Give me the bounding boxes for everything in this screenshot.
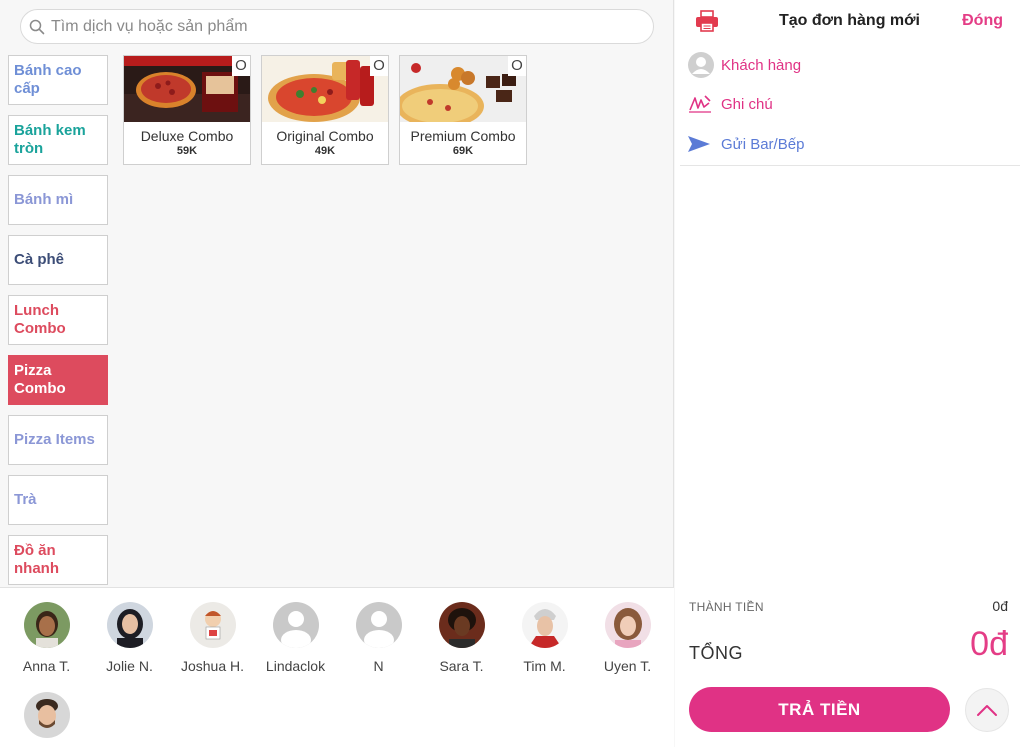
subtotal-label: THÀNH TIỀN xyxy=(689,600,764,614)
customer-button[interactable]: Khách hàng xyxy=(687,52,801,78)
avatar xyxy=(106,602,153,648)
product-price: 49K xyxy=(314,145,336,157)
category-pizza-items[interactable]: Pizza Items xyxy=(8,415,108,465)
staff-member[interactable]: Tim M. xyxy=(503,602,586,674)
expand-button[interactable] xyxy=(965,688,1009,732)
product-price: 59K xyxy=(176,145,198,157)
product-card[interactable]: O Premium Combo 69K xyxy=(399,55,527,165)
category-label: Đồ ăn nhanh xyxy=(14,542,59,577)
category-label: Bánh cao cấp xyxy=(14,62,82,97)
customer-label: Khách hàng xyxy=(721,56,802,74)
staff-member[interactable]: Anna T. xyxy=(5,602,88,674)
staff-member[interactable]: N xyxy=(337,602,420,674)
avatar xyxy=(355,602,402,648)
note-button[interactable]: Ghi chú xyxy=(687,91,773,117)
category-banh-kem-tron[interactable]: Bánh kem tròn xyxy=(8,115,108,165)
staff-name: Lindaclok xyxy=(265,658,326,674)
staff-name: Jolie N. xyxy=(106,658,153,674)
staff-member[interactable]: Uyen T. xyxy=(586,602,669,674)
product-name: Deluxe Combo xyxy=(140,128,234,144)
category-label: Lunch Combo xyxy=(14,302,66,337)
category-tra[interactable]: Trà xyxy=(8,475,108,525)
staff-member[interactable]: Jolie N. xyxy=(88,602,171,674)
category-label: Pizza Combo xyxy=(14,362,66,397)
staff-member[interactable]: Sara T. xyxy=(420,602,503,674)
send-kitchen-button[interactable]: Gửi Bar/Bếp xyxy=(687,131,804,157)
close-button[interactable]: Đóng xyxy=(962,12,1003,30)
note-label: Ghi chú xyxy=(721,95,773,113)
category-do-an-nhanh[interactable]: Đồ ăn nhanh xyxy=(8,535,108,585)
subtotal-value: 0đ xyxy=(992,598,1008,614)
user-icon xyxy=(687,52,717,78)
search-input[interactable] xyxy=(51,17,653,36)
staff-bar: Anna T. Jolie N. Joshua H. Lindaclok N S… xyxy=(0,587,674,747)
category-list: Bánh cao cấp Bánh kem tròn Bánh mì Cà ph… xyxy=(8,55,108,595)
search-bar[interactable] xyxy=(20,9,654,44)
category-label: Bánh kem tròn xyxy=(14,122,86,157)
staff-name: Tim M. xyxy=(523,658,566,674)
total-label: TỔNG xyxy=(689,643,743,663)
category-lunch-combo[interactable]: Lunch Combo xyxy=(8,295,108,345)
avatar xyxy=(438,602,485,648)
staff-name: Joshua H. xyxy=(180,658,245,674)
product-name: Original Combo xyxy=(276,128,374,144)
product-name: Premium Combo xyxy=(410,128,516,144)
avatar xyxy=(23,692,70,738)
divider xyxy=(680,165,1020,166)
category-banh-cao-cap[interactable]: Bánh cao cấp xyxy=(8,55,108,105)
product-price: 69K xyxy=(452,145,474,157)
total-value: 0đ xyxy=(970,625,1008,663)
category-label: Pizza Items xyxy=(14,431,95,448)
menu-panel: Bánh cao cấp Bánh kem tròn Bánh mì Cà ph… xyxy=(0,0,674,747)
product-qty: O xyxy=(508,56,526,76)
chevron-up-icon xyxy=(977,705,997,716)
product-card[interactable]: O Deluxe Combo 59K xyxy=(123,55,251,165)
avatar xyxy=(23,602,70,648)
product-grid: O Deluxe Combo 59K O Original Combo 49K xyxy=(123,55,527,165)
avatar xyxy=(604,602,651,648)
printer-icon[interactable] xyxy=(695,9,719,33)
category-label: Bánh mì xyxy=(14,191,74,208)
product-qty: O xyxy=(370,56,388,76)
category-label: Trà xyxy=(14,491,37,508)
category-banh-mi[interactable]: Bánh mì xyxy=(8,175,108,225)
order-panel: Tạo đơn hàng mới Đóng Khách hàng Ghi chú… xyxy=(675,0,1024,747)
staff-name: N xyxy=(373,658,384,674)
signature-icon xyxy=(687,91,717,117)
send-icon xyxy=(687,131,717,157)
staff-name: Anna T. xyxy=(22,658,71,674)
staff-member[interactable] xyxy=(5,692,88,747)
staff-name: Sara T. xyxy=(439,658,484,674)
search-icon xyxy=(29,19,45,34)
avatar xyxy=(189,602,236,648)
staff-member[interactable]: Joshua H. xyxy=(171,602,254,674)
pay-button[interactable]: TRẢ TIỀN xyxy=(689,687,950,732)
category-label: Cà phê xyxy=(14,251,65,268)
order-header: Tạo đơn hàng mới Đóng xyxy=(675,0,1024,42)
product-qty: O xyxy=(232,56,250,76)
avatar xyxy=(521,602,568,648)
send-label: Gửi Bar/Bếp xyxy=(721,135,805,153)
product-card[interactable]: O Original Combo 49K xyxy=(261,55,389,165)
category-ca-phe[interactable]: Cà phê xyxy=(8,235,108,285)
category-pizza-combo[interactable]: Pizza Combo xyxy=(8,355,108,405)
staff-name: Uyen T. xyxy=(603,658,652,674)
staff-member[interactable]: Lindaclok xyxy=(254,602,337,674)
order-title: Tạo đơn hàng mới xyxy=(779,12,920,29)
avatar xyxy=(272,602,319,648)
